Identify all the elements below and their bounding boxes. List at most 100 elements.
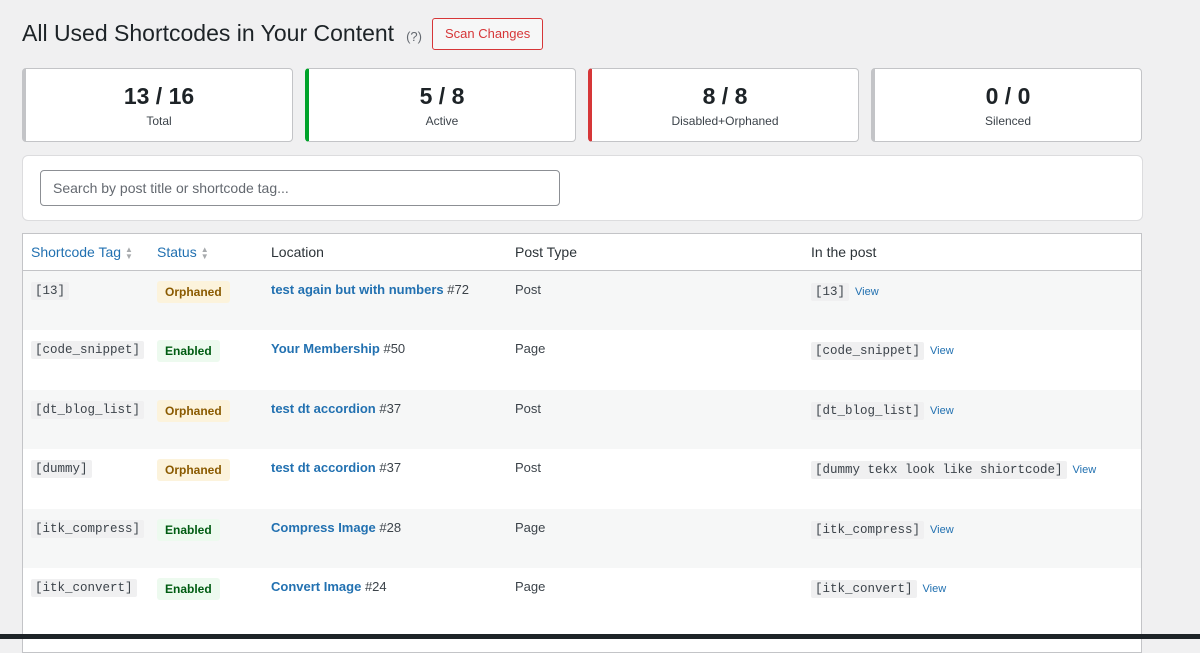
card-silenced: 0 / 0 Silenced	[871, 68, 1142, 142]
cell-location: Your Membership #50	[271, 330, 515, 390]
cell-post-type: Page	[515, 568, 811, 628]
post-type: Post	[515, 460, 542, 475]
col-shortcode-tag-label: Shortcode Tag	[31, 243, 122, 260]
post-link[interactable]: Convert Image	[271, 579, 361, 594]
shortcode-tag: [dummy]	[31, 460, 92, 478]
page-title: All Used Shortcodes in Your Content	[22, 20, 395, 46]
post-id: #24	[364, 579, 387, 594]
col-shortcode-tag[interactable]: Shortcode Tag ▲ ▼	[23, 234, 157, 271]
search-input[interactable]	[40, 170, 560, 206]
shortcode-tag: [itk_convert]	[31, 579, 137, 597]
status-badge: Orphaned	[157, 459, 230, 481]
post-type: Page	[515, 519, 546, 535]
card-total-label: Total	[146, 114, 172, 128]
cell-status: Orphaned	[157, 390, 271, 450]
cell-tag: [itk_convert]	[23, 568, 157, 628]
post-type: Page	[515, 579, 546, 594]
cell-in-the-post: [itk_convert] View	[811, 568, 1141, 628]
shortcode-tag: [code_snippet]	[31, 341, 145, 359]
shortcode-tag: [13]	[31, 282, 70, 300]
cell-status: Enabled	[157, 330, 271, 390]
cell-tag: [dt_blog_list]	[23, 390, 157, 450]
cell-status: Enabled	[157, 568, 271, 628]
status-badge: Enabled	[157, 578, 220, 600]
scan-changes-button[interactable]: Scan Changes	[431, 17, 544, 50]
in-post-shortcode: [13]	[811, 283, 850, 301]
cell-tag: [13]	[23, 271, 157, 331]
cell-post-type: Page	[515, 330, 811, 390]
shortcode-tag: [dt_blog_list]	[31, 400, 145, 419]
view-link[interactable]: View	[1073, 464, 1097, 476]
card-silenced-label: Silenced	[984, 114, 1032, 128]
view-link[interactable]: View	[923, 583, 947, 595]
post-type: Post	[515, 282, 542, 297]
table-row: [dt_blog_list] Orphaned test dt accordio…	[23, 389, 1141, 450]
cell-location: Compress Image #28	[271, 509, 515, 569]
cell-status: Enabled	[157, 509, 271, 569]
cell-location: test again but with numbers #72	[271, 271, 515, 331]
card-disabled-value: 8 / 8	[702, 83, 748, 109]
card-total: 13 / 16 Total	[22, 68, 293, 142]
post-type: Page	[515, 341, 546, 356]
view-link[interactable]: View	[930, 345, 954, 357]
post-link[interactable]: test dt accordion	[271, 460, 376, 475]
cell-post-type: Page	[515, 509, 811, 569]
cell-in-the-post: [13] View	[811, 271, 1141, 331]
cell-location: Convert Image #24	[271, 568, 515, 628]
post-link[interactable]: test dt accordion	[271, 401, 376, 416]
card-disabled-orphaned: 8 / 8 Disabled+Orphaned	[588, 68, 859, 142]
view-link[interactable]: View	[855, 286, 879, 298]
shortcode-tag: [itk_compress]	[31, 519, 145, 538]
cell-post-type: Post	[515, 449, 811, 509]
in-post-shortcode: [dt_blog_list]	[811, 401, 925, 420]
help-icon[interactable]: (?)	[406, 29, 422, 44]
status-badge: Enabled	[157, 340, 220, 362]
card-active-value: 5 / 8	[419, 83, 465, 109]
table-header-row: Shortcode Tag ▲ ▼ Status ▲ ▼ Location Post T…	[23, 234, 1141, 271]
stats-cards: 13 / 16 Total 5 / 8 Active 8 / 8 Disable…	[22, 68, 1142, 142]
view-link[interactable]: View	[930, 524, 954, 536]
shortcodes-table: Shortcode Tag ▲ ▼ Status ▲ ▼ Location Post T…	[23, 234, 1141, 628]
view-link[interactable]: View	[930, 405, 954, 417]
post-id: #37	[379, 400, 402, 416]
in-post-shortcode: [itk_convert]	[811, 580, 917, 598]
sort-icon: ▲ ▼	[125, 245, 133, 262]
card-disabled-label: Disabled+Orphaned	[671, 114, 779, 128]
in-post-shortcode: [dummy tekx look like shiortcode]	[811, 461, 1067, 479]
col-location: Location	[271, 234, 515, 271]
cell-in-the-post: [itk_compress] View	[811, 509, 1141, 569]
post-link[interactable]: Compress Image	[271, 520, 376, 535]
cell-location: test dt accordion #37	[271, 390, 515, 450]
col-post-type: Post Type	[515, 234, 811, 271]
post-id: #50	[383, 341, 406, 356]
col-in-the-post: In the post	[811, 234, 1141, 271]
cell-location: test dt accordion #37	[271, 449, 515, 509]
table-row: [itk_compress] Enabled Compress Image #2…	[23, 508, 1141, 569]
bottom-edge	[0, 634, 1200, 639]
status-badge: Orphaned	[157, 399, 230, 422]
page-header: All Used Shortcodes in Your Content (?) …	[22, 17, 544, 50]
sort-icon: ▲ ▼	[200, 245, 209, 262]
cell-in-the-post: [dt_blog_list] View	[811, 390, 1141, 450]
table-row: [dummy] Orphaned test dt accordion #37 P…	[23, 449, 1141, 509]
cell-post-type: Post	[515, 390, 811, 450]
search-panel	[22, 155, 1143, 221]
table-row: [itk_convert] Enabled Convert Image #24 …	[23, 568, 1141, 628]
table-row: [13] Orphaned test again but with number…	[23, 270, 1141, 331]
card-total-value: 13 / 16	[123, 83, 195, 109]
in-post-shortcode: [itk_compress]	[811, 520, 925, 539]
post-link[interactable]: test again but with numbers	[271, 282, 444, 297]
cell-status: Orphaned	[157, 449, 271, 509]
cell-status: Orphaned	[157, 271, 271, 331]
post-id: #72	[447, 282, 469, 297]
in-post-shortcode: [code_snippet]	[811, 342, 925, 360]
cell-in-the-post: [dummy tekx look like shiortcode] View	[811, 449, 1141, 509]
status-badge: Orphaned	[157, 281, 230, 303]
col-status[interactable]: Status ▲ ▼	[157, 234, 271, 271]
post-link[interactable]: Your Membership	[271, 341, 380, 356]
table-row: [code_snippet] Enabled Your Membership #…	[23, 330, 1141, 390]
cell-tag: [code_snippet]	[23, 330, 157, 390]
post-id: #37	[379, 460, 402, 475]
status-badge: Enabled	[157, 518, 220, 541]
card-silenced-value: 0 / 0	[985, 83, 1031, 109]
